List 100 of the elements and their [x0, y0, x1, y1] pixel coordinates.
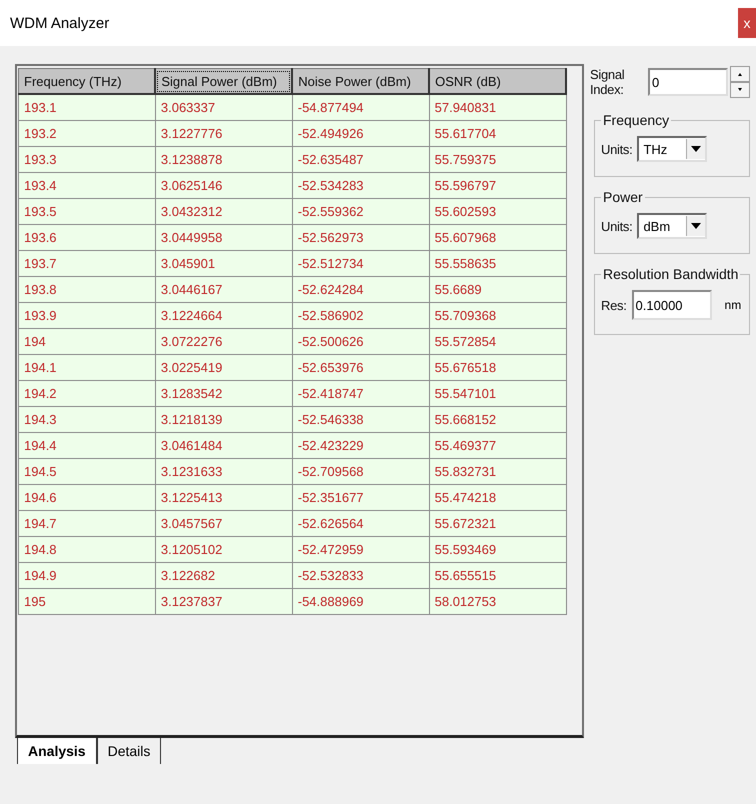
table-cell: 194.2: [18, 380, 156, 406]
table-cell: 3.1227776: [155, 120, 292, 146]
table-cell: 193.7: [18, 250, 156, 276]
table-cell: -52.635487: [292, 146, 430, 172]
table-cell: 55.596797: [429, 172, 566, 198]
group-title: Frequency: [602, 112, 670, 128]
table-cell: 3.0457567: [155, 510, 292, 536]
table-cell: -52.423229: [292, 432, 430, 458]
column-header[interactable]: Frequency (THz): [18, 68, 156, 94]
table-cell: -54.888969: [292, 588, 430, 614]
table-cell: 55.672321: [429, 510, 566, 536]
table-cell: 193.4: [18, 172, 156, 198]
tab[interactable]: Details: [96, 738, 162, 764]
signal-index-label: Signal Index:: [590, 67, 626, 97]
table-cell: 3.0446167: [155, 276, 292, 302]
group-title: Resolution Bandwidth: [602, 266, 740, 282]
table-cell: -52.626564: [292, 510, 430, 536]
table-cell: 193.3: [18, 146, 156, 172]
resolution-field[interactable]: 0.10000: [632, 290, 712, 320]
table-cell: 194.8: [18, 536, 156, 562]
table-cell: 55.832731: [429, 458, 566, 484]
table-cell: 3.0432312: [155, 198, 292, 224]
table-cell: -52.500626: [292, 328, 430, 354]
table-cell: 55.607968: [429, 224, 566, 250]
table-cell: 3.0449958: [155, 224, 292, 250]
table-cell: 194.9: [18, 562, 156, 588]
table-cell: -52.351677: [292, 484, 430, 510]
table-cell: 3.045901: [155, 250, 292, 276]
table-cell: 193.2: [18, 120, 156, 146]
table-cell: 55.547101: [429, 380, 566, 406]
table-cell: 193.1: [18, 94, 156, 120]
table-cell: 194.7: [18, 510, 156, 536]
table-cell: -52.472959: [292, 536, 430, 562]
table-cell: 3.0625146: [155, 172, 292, 198]
table-cell: 3.063337: [155, 94, 292, 120]
table-cell: 194.1: [18, 354, 156, 380]
table-cell: 194.6: [18, 484, 156, 510]
table-cell: 55.617704: [429, 120, 566, 146]
table-cell: 58.012753: [429, 588, 566, 614]
table-cell: -52.532833: [292, 562, 430, 588]
table-cell: 194.3: [18, 406, 156, 432]
table-cell: -52.562973: [292, 224, 430, 250]
signal-index-field[interactable]: 0: [648, 68, 728, 96]
table-cell: 55.655515: [429, 562, 566, 588]
table-cell: 55.759375: [429, 146, 566, 172]
table-cell: 55.6689: [429, 276, 566, 302]
table-cell: 3.122682: [155, 562, 292, 588]
column-header[interactable]: OSNR (dB): [429, 68, 566, 94]
table-cell: 3.1231633: [155, 458, 292, 484]
table-cell: -54.877494: [292, 94, 430, 120]
window-title: WDM Analyzer: [10, 14, 110, 32]
table-cell: 55.709368: [429, 302, 566, 328]
table-cell: 193.5: [18, 198, 156, 224]
table-cell: 55.469377: [429, 432, 566, 458]
table-cell: 194.4: [18, 432, 156, 458]
table-cell: 3.1238878: [155, 146, 292, 172]
table-cell: 55.668152: [429, 406, 566, 432]
table-cell: 193.6: [18, 224, 156, 250]
column-header[interactable]: Noise Power (dBm): [292, 68, 430, 94]
units-dropdown[interactable]: THz: [637, 136, 708, 162]
field-label: Units:: [601, 142, 632, 156]
table-cell: 3.1218139: [155, 406, 292, 432]
table-cell: 194: [18, 328, 156, 354]
unit-label: nm: [724, 298, 742, 312]
spin-buttons[interactable]: [730, 66, 750, 98]
table-cell: 195: [18, 588, 156, 614]
table-cell: 55.572854: [429, 328, 566, 354]
table-cell: 55.558635: [429, 250, 566, 276]
table-cell: 3.1224664: [155, 302, 292, 328]
table-cell: -52.653976: [292, 354, 430, 380]
table-cell: 55.593469: [429, 536, 566, 562]
table-cell: 3.1225413: [155, 484, 292, 510]
table-cell: -52.494926: [292, 120, 430, 146]
table-cell: 55.602593: [429, 198, 566, 224]
table-cell: 194.5: [18, 458, 156, 484]
table-cell: -52.546338: [292, 406, 430, 432]
table-cell: -52.512734: [292, 250, 430, 276]
table-cell: -52.624284: [292, 276, 430, 302]
table-cell: 3.1237837: [155, 588, 292, 614]
close-button[interactable]: x: [738, 8, 756, 38]
units-dropdown[interactable]: dBm: [637, 213, 708, 239]
column-header[interactable]: Signal Power (dBm): [155, 68, 292, 94]
table-cell: 55.474218: [429, 484, 566, 510]
table-cell: 193.8: [18, 276, 156, 302]
table-cell: 57.940831: [429, 94, 566, 120]
table-cell: -52.534283: [292, 172, 430, 198]
table-cell: 3.0722276: [155, 328, 292, 354]
table-cell: 55.676518: [429, 354, 566, 380]
table-cell: 3.0225419: [155, 354, 292, 380]
table-cell: -52.709568: [292, 458, 430, 484]
table-cell: 3.0461484: [155, 432, 292, 458]
table-cell: -52.586902: [292, 302, 430, 328]
table-cell: 3.1205102: [155, 536, 292, 562]
field-label: Res:: [601, 298, 627, 312]
table-cell: 193.9: [18, 302, 156, 328]
table-cell: -52.418747: [292, 380, 430, 406]
table-cell: -52.559362: [292, 198, 430, 224]
group-title: Power: [602, 189, 644, 205]
tab[interactable]: Analysis: [17, 738, 97, 764]
table-cell: 3.1283542: [155, 380, 292, 406]
